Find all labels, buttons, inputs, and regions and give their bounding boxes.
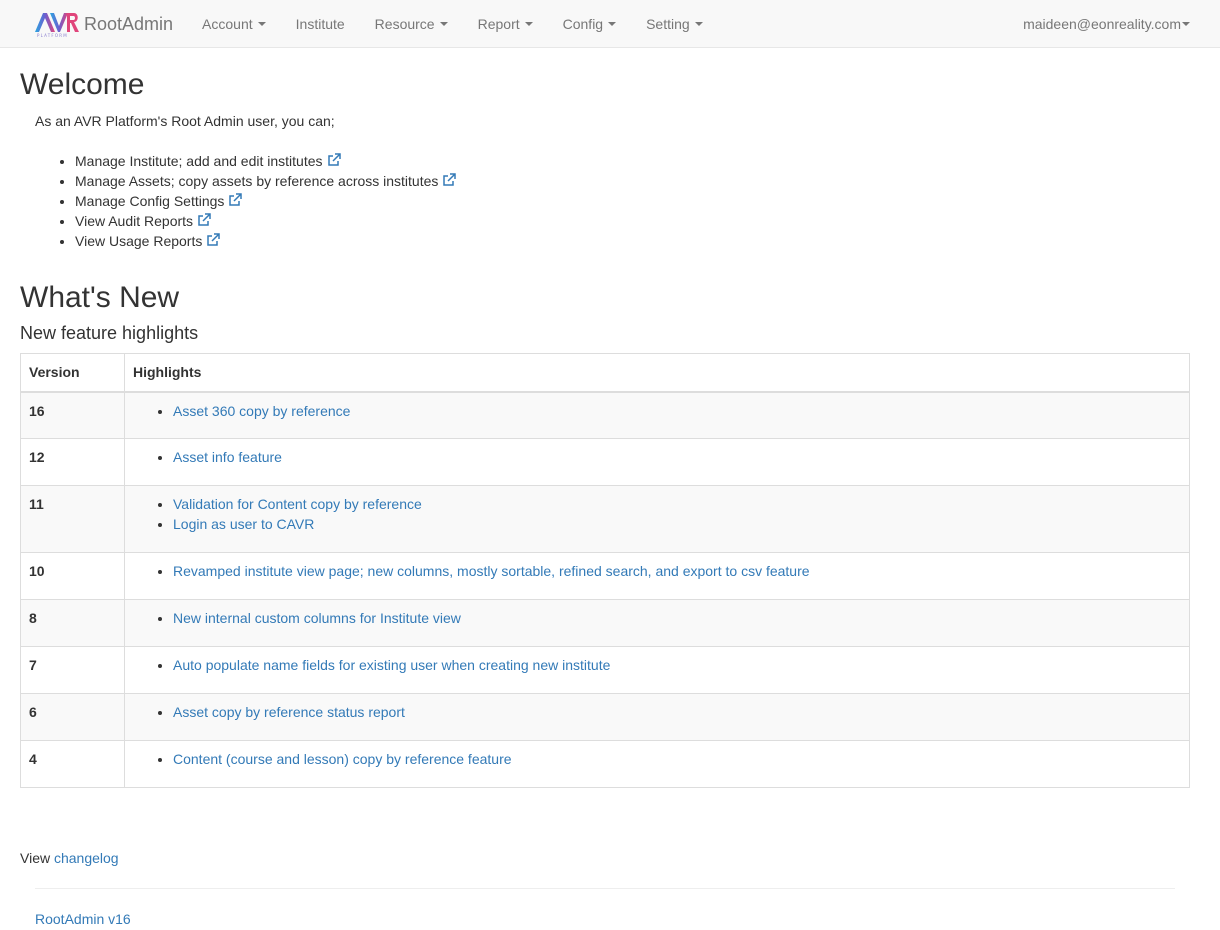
highlights-cell: Asset info feature [124, 438, 1190, 486]
table-row: 10 Revamped institute view page; new col… [20, 552, 1190, 600]
caret-down-icon [608, 21, 617, 26]
external-link-icon[interactable] [228, 193, 243, 207]
highlights-table: Version Highlights 16 Asset 360 copy by … [20, 353, 1190, 788]
highlight-link[interactable]: Validation for Content copy by reference [173, 496, 422, 512]
highlight-link[interactable]: Login as user to CAVR [173, 516, 314, 532]
version-cell: 8 [20, 599, 125, 647]
external-link-icon[interactable] [197, 213, 211, 227]
highlight-link[interactable]: Asset copy by reference status report [173, 704, 405, 720]
nav-institute[interactable]: Institute [281, 0, 360, 48]
highlight-link[interactable]: Asset info feature [173, 449, 282, 465]
highlight-link[interactable]: Asset 360 copy by reference [173, 403, 350, 419]
capability-item[interactable]: Manage Institute; add and edit institute… [75, 151, 456, 171]
table-row: 4 Content (course and lesson) copy by re… [20, 740, 1190, 788]
version-cell: 11 [20, 485, 125, 553]
highlights-cell: Revamped institute view page; new column… [124, 552, 1190, 600]
footer-divider [35, 888, 1175, 889]
version-cell: 16 [20, 391, 125, 439]
whats-new-title: What's New [20, 281, 180, 314]
highlights-cell: Content (course and lesson) copy by refe… [124, 740, 1190, 788]
nav-account-label: Account [202, 15, 253, 32]
capability-item[interactable]: Manage Assets; copy assets by reference … [75, 171, 457, 191]
nav-resource[interactable]: Resource [360, 0, 463, 48]
avr-platform-logo-icon: PLATFORM [35, 12, 79, 38]
caret-down-icon [257, 21, 266, 26]
welcome-intro: As an AVR Platform's Root Admin user, yo… [35, 113, 335, 129]
caret-down-icon [524, 21, 533, 26]
highlight-link[interactable]: New internal custom columns for Institut… [173, 610, 461, 626]
highlights-cell: Auto populate name fields for existing u… [124, 646, 1190, 694]
highlight-link[interactable]: Auto populate name fields for existing u… [173, 657, 610, 673]
changelog-prefix: View [20, 850, 54, 866]
caret-down-icon [439, 21, 448, 26]
nav-report-label: Report [477, 15, 520, 32]
caret-down-icon [1182, 22, 1190, 26]
version-cell: 7 [20, 646, 125, 694]
welcome-title: Welcome [20, 68, 145, 101]
highlights-cell: New internal custom columns for Institut… [124, 599, 1190, 647]
table-row: 11 Validation for Content copy by refere… [20, 485, 1190, 553]
table-row: 6 Asset copy by reference status report [20, 693, 1190, 741]
capability-text: View Audit Reports [75, 213, 194, 229]
changelog-link[interactable]: changelog [54, 850, 119, 866]
brand[interactable]: PLATFORM RootAdmin [0, 0, 173, 48]
capability-item[interactable]: View Audit Reports [75, 211, 456, 231]
whats-new-subtitle: New feature highlights [20, 323, 199, 343]
external-link-icon[interactable] [442, 173, 457, 187]
nav-config[interactable]: Config [548, 0, 631, 48]
table-header-row: Version Highlights [20, 353, 1190, 393]
version-cell: 10 [20, 552, 125, 600]
highlights-table-container: Version Highlights 16 Asset 360 copy by … [20, 353, 1190, 788]
capability-list: Manage Institute; add and edit institute… [35, 151, 457, 251]
nav-resource-label: Resource [374, 15, 435, 32]
version-cell: 6 [20, 693, 125, 741]
nav-account[interactable]: Account [187, 0, 281, 48]
capability-item[interactable]: Manage Config Settings [75, 191, 456, 211]
capability-item[interactable]: View Usage Reports [75, 231, 456, 251]
user-dropdown[interactable]: maideen@eonreality.com [1023, 0, 1190, 48]
changelog-line: View changelog [20, 848, 119, 868]
top-navbar: PLATFORM RootAdmin Account Institute Res… [0, 0, 1220, 48]
version-column-header: Version [20, 353, 125, 393]
highlights-column-header: Highlights [124, 353, 1190, 393]
table-row: 8 New internal custom columns for Instit… [20, 599, 1190, 647]
highlights-cell: Validation for Content copy by reference… [124, 485, 1190, 553]
user-menu: maideen@eonreality.com [1023, 0, 1190, 48]
highlight-link[interactable]: Content (course and lesson) copy by refe… [173, 751, 512, 767]
version-cell: 12 [20, 438, 125, 486]
version-cell: 4 [20, 740, 125, 788]
main-nav: Account Institute Resource Report Config… [187, 0, 718, 48]
highlight-link[interactable]: Revamped institute view page; new column… [173, 563, 810, 579]
capability-text: Manage Assets; copy assets by reference … [75, 173, 439, 189]
caret-down-icon [694, 21, 703, 26]
capability-text: Manage Institute; add and edit institute… [75, 153, 323, 169]
nav-setting-label: Setting [646, 15, 690, 32]
user-email: maideen@eonreality.com [1023, 16, 1181, 32]
highlights-cell: Asset 360 copy by reference [124, 391, 1190, 439]
nav-config-label: Config [562, 15, 604, 32]
external-link-icon[interactable] [327, 153, 341, 167]
capability-text: Manage Config Settings [75, 193, 225, 209]
brand-title: RootAdmin [84, 13, 174, 34]
nav-institute-label: Institute [295, 15, 345, 32]
table-row: 16 Asset 360 copy by reference [20, 391, 1190, 439]
highlights-cell: Asset copy by reference status report [124, 693, 1190, 741]
table-row: 7 Auto populate name fields for existing… [20, 646, 1190, 694]
capability-text: View Usage Reports [75, 233, 203, 249]
external-link-icon[interactable] [206, 233, 221, 247]
table-row: 12 Asset info feature [20, 438, 1190, 486]
footer-version-link[interactable]: RootAdmin v16 [35, 909, 131, 929]
nav-report[interactable]: Report [463, 0, 548, 48]
svg-text:PLATFORM: PLATFORM [37, 33, 68, 38]
nav-setting[interactable]: Setting [631, 0, 718, 48]
